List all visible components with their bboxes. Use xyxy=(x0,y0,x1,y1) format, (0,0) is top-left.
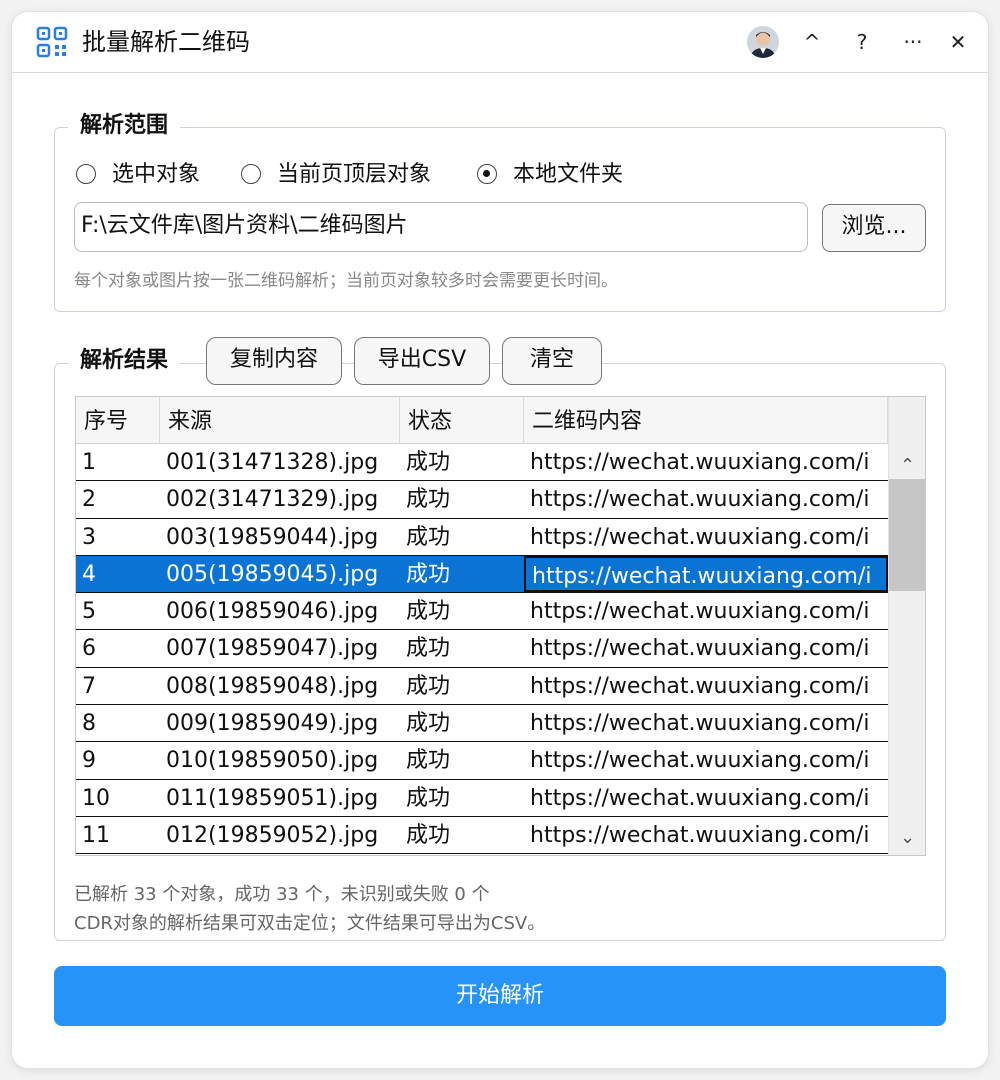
column-header-content[interactable]: 二维码内容 xyxy=(524,397,888,443)
cell-source: 010(19859050).jpg xyxy=(166,748,379,774)
cell-content: https://wechat.wuuxiang.com/i xyxy=(524,555,888,593)
cell-status: 成功 xyxy=(406,487,451,513)
table-row[interactable]: 8 009(19859049).jpg 成功 https://wechat.wuuxi… xyxy=(76,705,888,743)
cell-status: 成功 xyxy=(406,636,451,662)
parse-summary: 已解析 33 个对象，成功 33 个，未识别或失败 0 个 xyxy=(74,884,490,905)
cell-content: https://wechat.wuuxiang.com/i xyxy=(530,673,870,699)
radio-label: 本地文件夹 xyxy=(513,162,624,187)
cell-content: https://wechat.wuuxiang.com/i xyxy=(530,785,870,811)
scroll-thumb[interactable] xyxy=(889,479,925,591)
cell-index: 2 xyxy=(82,487,96,513)
collapse-button[interactable]: ^ xyxy=(796,26,828,58)
cell-source: 009(19859049).jpg xyxy=(166,711,379,737)
scope-legend: 解析范围 xyxy=(68,111,181,141)
table-row[interactable]: 6 007(19859047).jpg 成功 https://wechat.wuuxi… xyxy=(76,630,888,668)
close-button[interactable]: ✕ xyxy=(942,26,974,58)
cell-content: https://wechat.wuuxiang.com/i xyxy=(530,636,870,662)
cell-source: 003(19859044).jpg xyxy=(166,524,379,550)
cell-status: 成功 xyxy=(406,524,451,550)
browse-button[interactable]: 浏览... xyxy=(822,204,926,252)
cell-index: 7 xyxy=(82,673,96,699)
table-body: 1 001(31471328).jpg 成功 https://wechat.wuuxi… xyxy=(76,444,888,855)
cell-source: 011(19859051).jpg xyxy=(166,785,379,811)
cell-status: 成功 xyxy=(406,748,451,774)
cell-status: 成功 xyxy=(406,785,451,811)
radio-selected-objects[interactable]: 选中对象 xyxy=(76,160,226,190)
radio-local-folder[interactable]: 本地文件夹 xyxy=(477,160,647,190)
cell-status: 成功 xyxy=(406,599,451,625)
cell-index: 5 xyxy=(82,599,96,625)
chevron-up-icon[interactable]: ⌃ xyxy=(889,451,925,481)
radio-label: 当前页顶层对象 xyxy=(277,162,432,187)
cell-source: 012(19859052).jpg xyxy=(166,822,379,848)
cell-index: 4 xyxy=(82,561,96,587)
cell-index: 10 xyxy=(82,785,110,811)
folder-path-input[interactable]: F:\云文件库\图片资料\二维码图片 xyxy=(74,202,808,252)
results-table[interactable]: 序号 来源 状态 二维码内容 1 001(31471328).jpg 成功 https… xyxy=(75,396,926,856)
column-header-source[interactable]: 来源 xyxy=(160,397,400,443)
table-header: 序号 来源 状态 二维码内容 xyxy=(76,397,888,444)
table-row[interactable]: 2 002(31471329).jpg 成功 https://wechat.wuuxi… xyxy=(76,481,888,519)
title-bar[interactable]: 批量解析二维码 ^ ? ··· ✕ xyxy=(12,12,988,73)
radio-page-top-objects[interactable]: 当前页顶层对象 xyxy=(241,160,461,190)
radio-circle xyxy=(477,164,497,184)
cell-content: https://wechat.wuuxiang.com/i xyxy=(530,450,870,475)
cell-source: 005(19859045).jpg xyxy=(166,561,379,587)
cell-index: 8 xyxy=(82,711,96,737)
table-row[interactable]: 7 008(19859048).jpg 成功 https://wechat.wuuxi… xyxy=(76,668,888,706)
cell-source: 001(31471328).jpg xyxy=(166,450,379,475)
scope-hint: 每个对象或图片按一张二维码解析；当前页对象较多时会需要更长时间。 xyxy=(74,271,618,291)
table-row[interactable]: 4 005(19859045).jpg 成功 https://wechat.wuuxi… xyxy=(76,555,888,594)
dialog-window: 批量解析二维码 ^ ? ··· ✕ 解析范围 选中对象 当前页顶层对象 本地文件… xyxy=(12,12,988,1068)
cell-content: https://wechat.wuuxiang.com/i xyxy=(530,599,870,625)
radio-dot xyxy=(483,170,490,177)
results-legend: 解析结果 xyxy=(68,346,181,376)
radio-label: 选中对象 xyxy=(112,162,201,187)
cell-status: 成功 xyxy=(406,711,451,737)
table-row[interactable]: 11 012(19859052).jpg 成功 https://wechat.wuux… xyxy=(76,817,888,855)
cell-source: 008(19859048).jpg xyxy=(166,673,379,699)
cell-content: https://wechat.wuuxiang.com/i xyxy=(530,487,870,513)
cell-status: 成功 xyxy=(406,450,451,475)
window-title: 批量解析二维码 xyxy=(82,28,250,56)
cell-status: 成功 xyxy=(406,561,451,587)
clear-button[interactable]: 清空 xyxy=(502,337,602,385)
cell-content: https://wechat.wuuxiang.com/i xyxy=(530,822,870,848)
more-button[interactable]: ··· xyxy=(897,26,929,58)
cell-content: https://wechat.wuuxiang.com/i xyxy=(530,748,870,774)
column-header-status[interactable]: 状态 xyxy=(400,397,524,443)
table-row[interactable]: 1 001(31471328).jpg 成功 https://wechat.wuuxi… xyxy=(76,444,888,482)
chevron-down-icon[interactable]: ⌄ xyxy=(889,823,925,853)
help-button[interactable]: ? xyxy=(846,26,878,58)
cell-source: 006(19859046).jpg xyxy=(166,599,379,625)
cell-index: 1 xyxy=(82,450,96,475)
copy-content-button[interactable]: 复制内容 xyxy=(206,337,342,385)
table-row[interactable]: 3 003(19859044).jpg 成功 https://wechat.wuuxi… xyxy=(76,519,888,556)
cell-content: https://wechat.wuuxiang.com/i xyxy=(530,711,870,737)
cell-index: 9 xyxy=(82,748,96,774)
cell-content: https://wechat.wuuxiang.com/i xyxy=(530,524,870,550)
column-header-index[interactable]: 序号 xyxy=(76,397,160,443)
cell-source: 007(19859047).jpg xyxy=(166,636,379,662)
table-row[interactable]: 9 010(19859050).jpg 成功 https://wechat.wuuxi… xyxy=(76,742,888,780)
qr-code-icon xyxy=(36,26,68,58)
parse-note: CDR对象的解析结果可双击定位；文件结果可导出为CSV。 xyxy=(74,913,546,934)
vertical-scrollbar[interactable]: ⌃ ⌄ xyxy=(888,397,925,855)
table-row[interactable]: 10 011(19859051).jpg 成功 https://wechat.wuux… xyxy=(76,780,888,817)
user-icon xyxy=(747,26,779,58)
cell-status: 成功 xyxy=(406,822,451,848)
cell-index: 11 xyxy=(82,822,110,848)
cell-index: 6 xyxy=(82,636,96,662)
cell-status: 成功 xyxy=(406,673,451,699)
cell-index: 3 xyxy=(82,524,96,550)
table-row[interactable]: 5 006(19859046).jpg 成功 https://wechat.wuuxi… xyxy=(76,593,888,631)
cell-source: 002(31471329).jpg xyxy=(166,487,379,513)
start-parse-button[interactable]: 开始解析 xyxy=(54,966,946,1026)
export-csv-button[interactable]: 导出CSV xyxy=(354,337,490,385)
radio-circle xyxy=(241,164,261,184)
user-avatar[interactable] xyxy=(747,26,779,58)
radio-circle xyxy=(76,164,96,184)
